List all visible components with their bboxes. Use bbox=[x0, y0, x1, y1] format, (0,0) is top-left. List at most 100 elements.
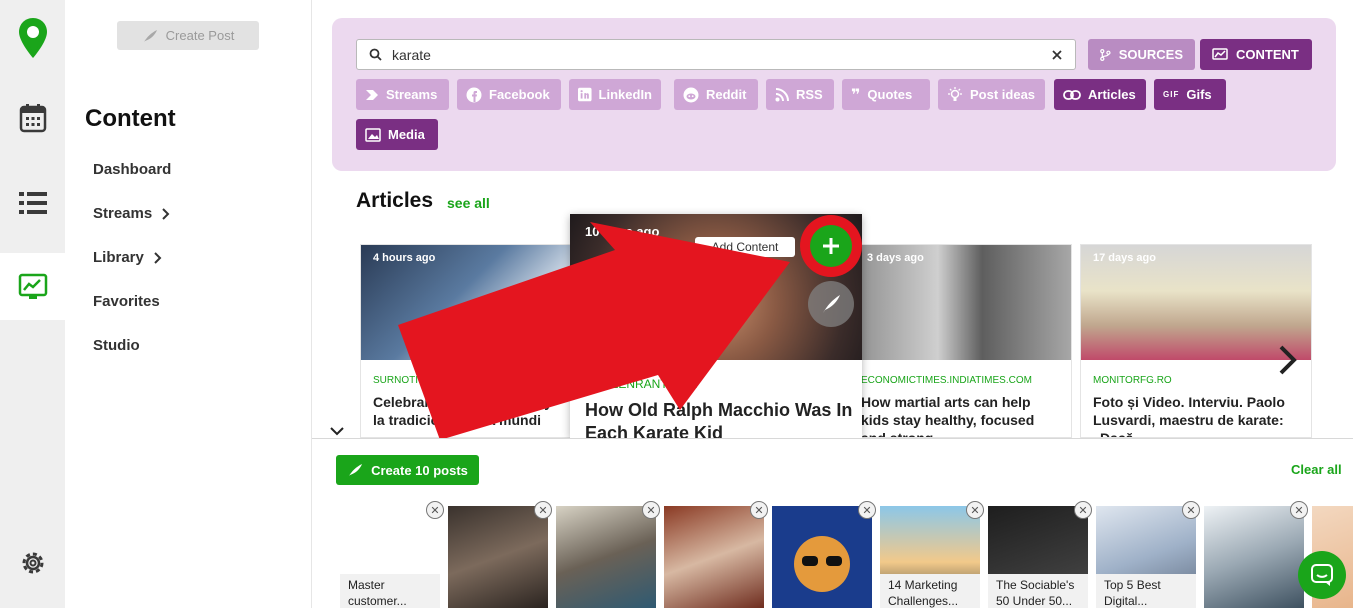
lightbulb-icon bbox=[948, 86, 962, 101]
thumbnail-caption: The Sociable's 50 Under 50... bbox=[988, 574, 1088, 608]
close-icon: ✕ bbox=[1294, 504, 1304, 517]
thumbnail-caption: Top 5 Best Digital... bbox=[1096, 574, 1196, 608]
chip-label: Articles bbox=[1088, 87, 1136, 102]
tray-thumbnail[interactable] bbox=[664, 506, 764, 608]
gear-icon bbox=[22, 552, 43, 574]
article-source: ECONOMICTIMES.INDIATIMES.COM bbox=[861, 375, 1032, 386]
content-subnav: Create Post Content Dashboard Streams Li… bbox=[65, 0, 312, 608]
page-title: Content bbox=[85, 105, 176, 132]
remove-thumbnail-button[interactable]: ✕ bbox=[858, 501, 876, 519]
tray-thumbnail[interactable] bbox=[448, 506, 548, 608]
remove-thumbnail-button[interactable]: ✕ bbox=[1182, 501, 1200, 519]
chip-linkedin[interactable]: LinkedIn bbox=[569, 79, 661, 110]
nav-item-library[interactable]: Library bbox=[93, 249, 162, 266]
content-toggle[interactable]: CONTENT bbox=[1200, 39, 1312, 70]
search-icon bbox=[369, 48, 382, 61]
article-source: MONITORFG.RO bbox=[1093, 375, 1172, 386]
content-chart-icon bbox=[1212, 47, 1228, 60]
remove-thumbnail-button[interactable]: ✕ bbox=[1290, 501, 1308, 519]
article-title: Celebrando la excelencia y la tradición:… bbox=[373, 394, 552, 428]
nav-item-label: Dashboard bbox=[93, 161, 172, 178]
close-icon: ✕ bbox=[754, 504, 764, 517]
tray-thumbnail[interactable]: The Sociable's 50 Under 50... bbox=[988, 506, 1088, 608]
link-icon bbox=[1063, 89, 1081, 100]
reddit-icon bbox=[683, 87, 699, 102]
add-content-tooltip: Add Content bbox=[695, 237, 795, 257]
create-posts-button[interactable]: Create 10 posts bbox=[336, 455, 479, 485]
streams-icon bbox=[366, 89, 378, 100]
sources-toggle[interactable]: SOURCES bbox=[1088, 39, 1195, 70]
add-content-button[interactable] bbox=[800, 215, 862, 277]
nav-item-label: Library bbox=[93, 249, 144, 266]
facebook-icon bbox=[466, 87, 482, 102]
chip-label: Media bbox=[388, 127, 425, 142]
article-source: SCREENRANT.COM bbox=[585, 377, 698, 391]
create-post-button[interactable]: Create Post bbox=[117, 21, 259, 50]
collapse-tray-button[interactable] bbox=[312, 421, 362, 441]
content-chart-icon bbox=[18, 273, 47, 299]
remove-thumbnail-button[interactable]: ✕ bbox=[966, 501, 984, 519]
chip-label: Facebook bbox=[489, 87, 550, 102]
chip-post-ideas[interactable]: Post ideas bbox=[938, 79, 1045, 110]
tray-thumbnail[interactable] bbox=[556, 506, 656, 608]
chip-media[interactable]: Media bbox=[356, 119, 438, 150]
chip-gifs[interactable]: GIF Gifs bbox=[1154, 79, 1226, 110]
logo[interactable] bbox=[0, 14, 65, 64]
chat-bubble-icon bbox=[1311, 564, 1333, 586]
nav-item-studio[interactable]: Studio bbox=[93, 337, 140, 354]
list-nav[interactable] bbox=[0, 175, 65, 230]
feather-icon bbox=[143, 29, 157, 42]
chip-label: Quotes bbox=[867, 87, 913, 102]
remove-thumbnail-button[interactable]: ✕ bbox=[1074, 501, 1092, 519]
tray-thumbnail[interactable] bbox=[772, 506, 872, 608]
nav-item-dashboard[interactable]: Dashboard bbox=[93, 161, 171, 178]
article-card[interactable]: 17 days ago MONITORFG.RO Foto și Video. … bbox=[1080, 244, 1312, 438]
tray-thumbnail[interactable]: Master customer... bbox=[340, 506, 440, 608]
linkedin-icon bbox=[578, 87, 592, 102]
chip-label: RSS bbox=[796, 87, 823, 102]
tray-thumbnail[interactable]: Top 5 Best Digital... bbox=[1096, 506, 1196, 608]
article-card[interactable]: 4 hours ago SURNOTI Celebrando la excele… bbox=[360, 244, 572, 438]
calendar-icon bbox=[19, 103, 46, 132]
tray-thumbnail[interactable] bbox=[1204, 506, 1304, 608]
image-icon bbox=[365, 127, 381, 142]
nav-item-streams[interactable]: Streams bbox=[93, 205, 170, 222]
chip-streams[interactable]: Streams bbox=[356, 79, 449, 110]
settings-nav[interactable] bbox=[0, 540, 65, 586]
article-title: Foto și Video. Interviu. Paolo Lusvardi,… bbox=[1093, 394, 1285, 438]
remove-thumbnail-button[interactable]: ✕ bbox=[534, 501, 552, 519]
chip-label: Gifs bbox=[1186, 87, 1212, 102]
chip-label: Reddit bbox=[706, 87, 747, 102]
search-panel: karate SOURCES CONTENT Streams Facebook … bbox=[332, 18, 1336, 171]
create-post-label: Create Post bbox=[165, 28, 235, 43]
chip-rss[interactable]: RSS bbox=[766, 79, 834, 110]
article-card[interactable]: 3 days ago ECONOMICTIMES.INDIATIMES.COM … bbox=[848, 244, 1072, 438]
search-input[interactable]: karate bbox=[356, 39, 1076, 70]
remove-thumbnail-button[interactable]: ✕ bbox=[642, 501, 660, 519]
thumbnail-caption: 14 Marketing Challenges... bbox=[880, 574, 980, 608]
compose-button[interactable] bbox=[808, 281, 854, 327]
remove-thumbnail-button[interactable]: ✕ bbox=[426, 501, 444, 519]
chip-reddit[interactable]: Reddit bbox=[674, 79, 758, 110]
see-all-link[interactable]: see all bbox=[447, 195, 490, 211]
remove-thumbnail-button[interactable]: ✕ bbox=[750, 501, 768, 519]
chip-articles[interactable]: Articles bbox=[1054, 79, 1146, 110]
tray-thumbnail[interactable]: 14 Marketing Challenges... bbox=[880, 506, 980, 608]
chat-button[interactable] bbox=[1298, 551, 1346, 599]
feather-icon bbox=[349, 464, 363, 476]
carousel-next-button[interactable] bbox=[1276, 344, 1300, 381]
calendar-nav[interactable] bbox=[0, 90, 65, 145]
clear-all-link[interactable]: Clear all bbox=[1291, 462, 1342, 477]
search-value: karate bbox=[392, 46, 431, 63]
chip-facebook[interactable]: Facebook bbox=[457, 79, 561, 110]
article-title: How martial arts can help kids stay heal… bbox=[861, 394, 1035, 438]
article-age: 17 days ago bbox=[1093, 252, 1156, 264]
content-nav[interactable] bbox=[0, 253, 65, 320]
chip-quotes[interactable]: ❞ Quotes bbox=[842, 79, 930, 110]
chevron-down-icon bbox=[330, 426, 344, 435]
nav-item-favorites[interactable]: Favorites bbox=[93, 293, 160, 310]
feather-icon bbox=[823, 295, 840, 313]
close-icon[interactable] bbox=[1051, 49, 1063, 61]
quote-icon: ❞ bbox=[851, 85, 861, 104]
close-icon: ✕ bbox=[538, 504, 548, 517]
